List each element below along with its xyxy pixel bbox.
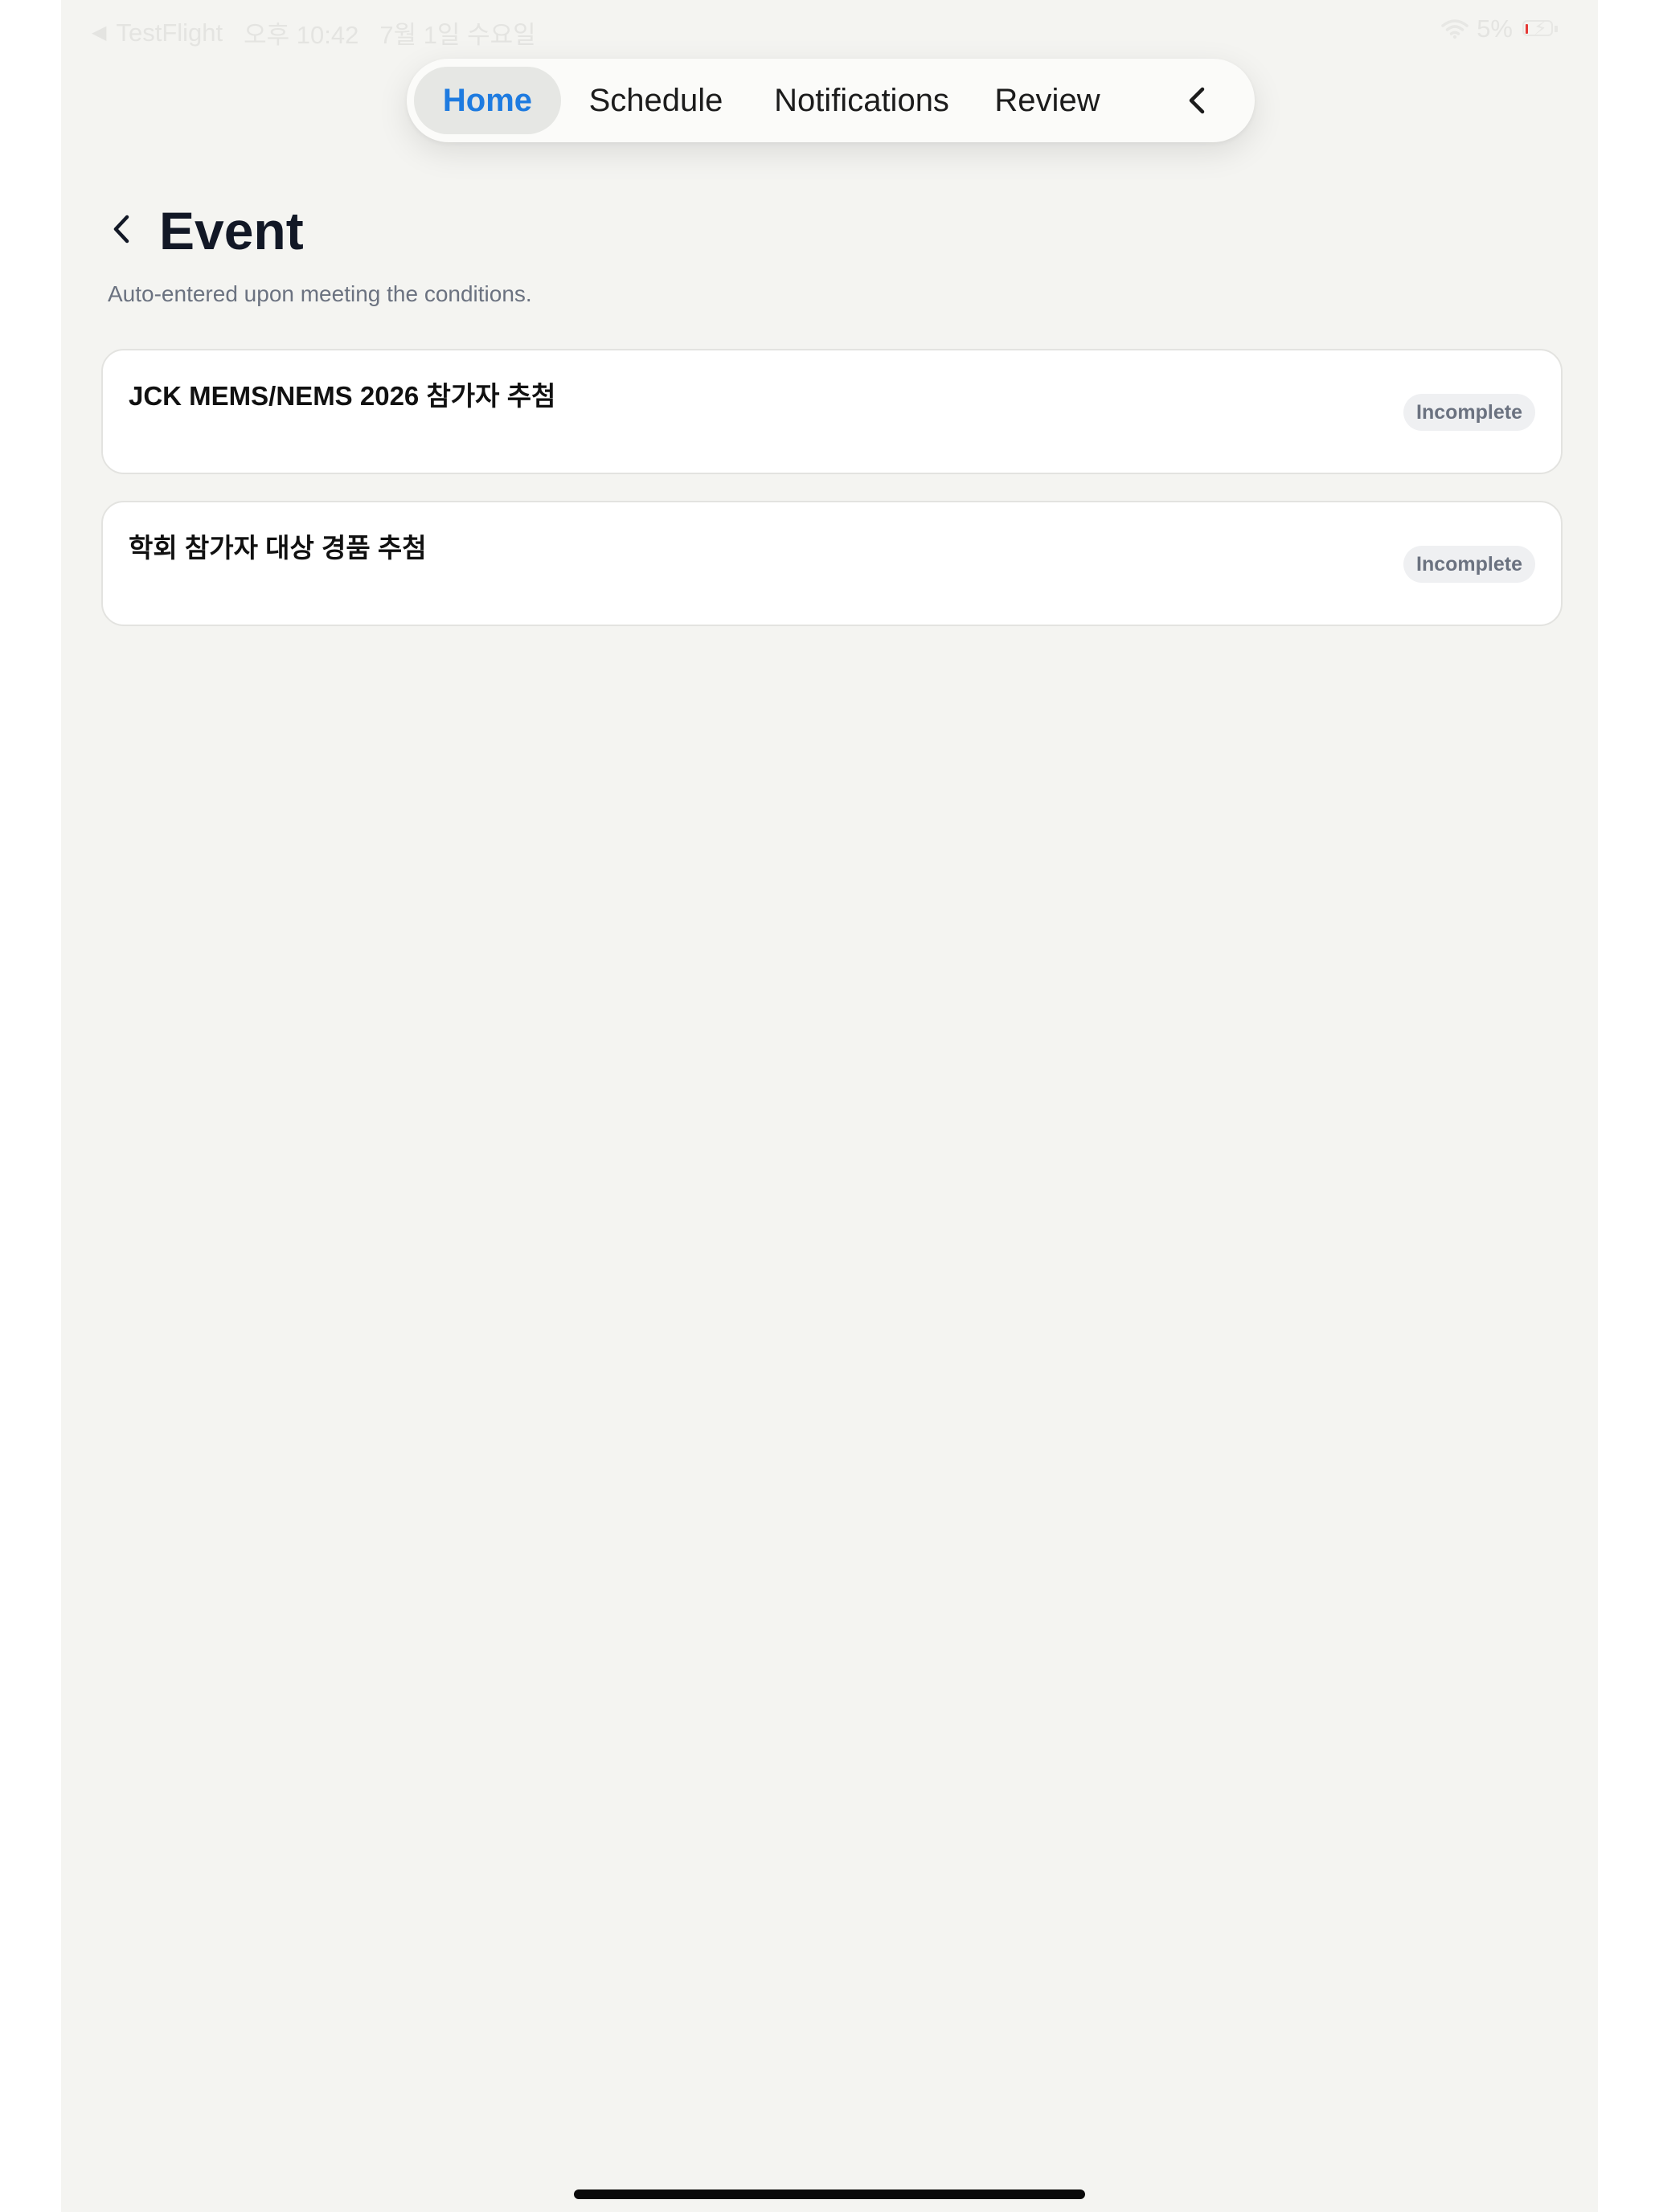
battery-charging-icon: ⚡ — [1522, 18, 1559, 39]
tab-home[interactable]: Home — [414, 67, 561, 134]
chevron-left-icon[interactable] — [1178, 81, 1217, 120]
status-bar: ◀ TestFlight 오후 10:42 7월 1일 수요일 5% ⚡ — [61, 0, 1598, 59]
event-card[interactable]: JCK MEMS/NEMS 2026 참가자 추첨 Incomplete — [101, 349, 1563, 474]
status-badge: Incomplete — [1403, 546, 1535, 583]
app-screen: ◀ TestFlight 오후 10:42 7월 1일 수요일 5% ⚡ Hom… — [61, 0, 1598, 2212]
back-to-app-icon[interactable]: ◀ — [92, 21, 106, 44]
tab-schedule[interactable]: Schedule — [580, 67, 732, 134]
event-title: JCK MEMS/NEMS 2026 참가자 추첨 — [129, 381, 556, 411]
battery-percent: 5% — [1477, 14, 1513, 43]
page-subtitle: Auto-entered upon meeting the conditions… — [108, 281, 532, 306]
status-bar-left: ◀ TestFlight 오후 10:42 7월 1일 수요일 — [92, 14, 536, 51]
back-chevron-icon[interactable] — [104, 207, 137, 251]
status-bar-right: 5% ⚡ — [1441, 14, 1559, 43]
tab-notifications[interactable]: Notifications — [757, 67, 966, 134]
home-indicator[interactable] — [574, 2189, 1085, 2199]
page-title: Event — [159, 201, 304, 260]
status-date: 7월 1일 수요일 — [379, 21, 536, 49]
status-time: 오후 10:42 — [244, 21, 359, 49]
back-to-app-label[interactable]: TestFlight — [116, 18, 223, 47]
status-badge: Incomplete — [1403, 394, 1535, 431]
event-title: 학회 참가자 대상 경품 추첨 — [129, 533, 427, 563]
tab-review[interactable]: Review — [983, 67, 1112, 134]
wifi-icon — [1441, 19, 1469, 39]
tab-bar: Home Schedule Notifications Review — [407, 59, 1255, 142]
event-card[interactable]: 학회 참가자 대상 경품 추첨 Incomplete — [101, 501, 1563, 626]
